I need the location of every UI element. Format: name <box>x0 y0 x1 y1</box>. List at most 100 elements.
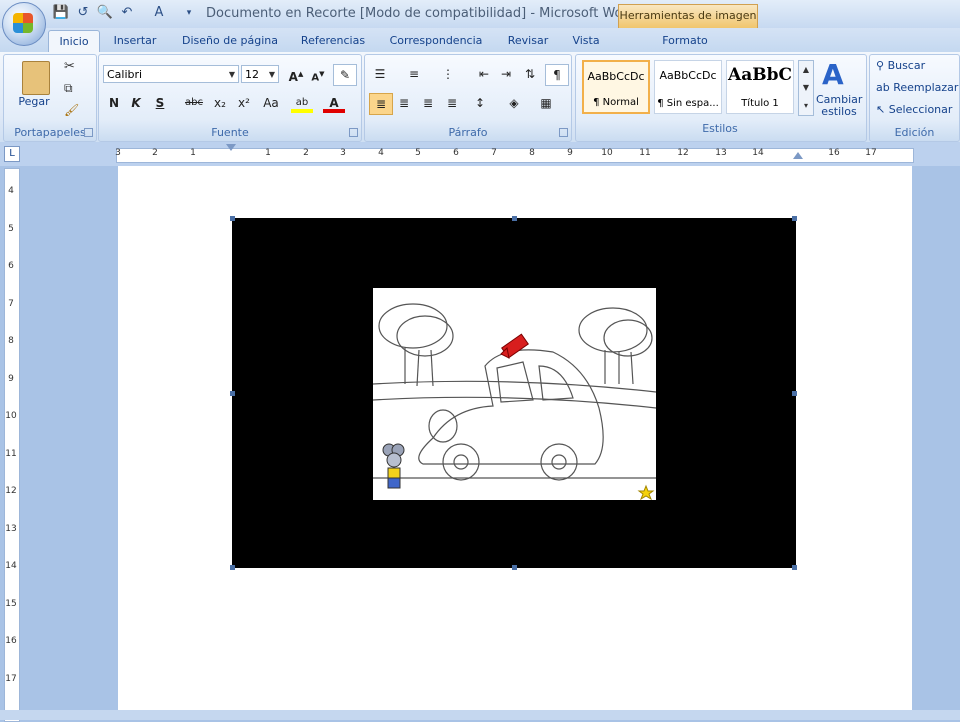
subscript-button[interactable]: x₂ <box>209 93 231 113</box>
tab-revisar[interactable]: Revisar <box>500 30 556 52</box>
pointer-icon: ↖ <box>876 103 889 116</box>
chevron-down-icon: ▼ <box>268 70 275 79</box>
shading-icon[interactable]: ◈ <box>503 93 525 113</box>
select-button[interactable]: ↖ Seleccionar <box>876 103 952 116</box>
ruler-number: 6 <box>453 148 459 158</box>
grow-font-icon[interactable]: A▲ <box>285 64 307 84</box>
font-grow-qat-icon[interactable]: A <box>150 5 168 21</box>
tab-inicio[interactable]: Inicio <box>48 30 100 53</box>
sort-icon[interactable]: ⇅ <box>519 64 541 84</box>
vruler-number: 9 <box>8 373 14 384</box>
increase-indent-icon[interactable]: ⇥ <box>495 64 517 84</box>
tab-correspondencia[interactable]: Correspondencia <box>386 30 486 52</box>
style-sample: AaBbCcDc <box>587 70 645 83</box>
font-color-icon[interactable]: A <box>323 93 345 113</box>
office-logo-icon <box>13 13 33 33</box>
multilevel-list-icon[interactable]: ⋮ <box>437 64 459 84</box>
highlight-icon[interactable]: ab <box>291 93 313 113</box>
replace-icon: ab <box>876 81 894 94</box>
ruler-number: 3 <box>340 148 346 158</box>
find-button[interactable]: ⚲ Buscar <box>876 59 925 72</box>
change-styles-icon[interactable]: A <box>822 58 844 91</box>
group-fuente: Calibri ▼ 12 ▼ A▲ A▼ ✎ N K S abc x₂ x² Aa … <box>98 54 362 142</box>
resize-handle[interactable] <box>512 216 517 221</box>
font-size-value: 12 <box>245 68 259 81</box>
strikethrough-button[interactable]: abc <box>183 93 205 113</box>
binoculars-icon: ⚲ <box>876 59 888 72</box>
window-title: Documento en Recorte [Modo de compatibil… <box>206 6 635 21</box>
resize-handle[interactable] <box>230 565 235 570</box>
italic-button[interactable]: K <box>125 93 147 113</box>
right-indent-marker-icon[interactable] <box>793 152 803 159</box>
style-titulo-1[interactable]: AaBbC Título 1 <box>726 60 794 114</box>
change-styles-button[interactable]: Cambiar estilos <box>816 94 862 118</box>
launcher-icon[interactable] <box>349 128 358 137</box>
change-case-button[interactable]: Aa <box>257 93 285 113</box>
bullets-icon[interactable]: ☰ <box>369 64 391 84</box>
group-label: Portapapeles <box>14 126 86 139</box>
style-sin-espaciado[interactable]: AaBbCcDc ¶ Sin espa... <box>654 60 722 114</box>
tab-diseno-pagina[interactable]: Diseño de página <box>176 30 284 52</box>
ruler-number: 2 <box>303 148 309 158</box>
launcher-icon[interactable] <box>84 128 93 137</box>
resize-handle[interactable] <box>792 565 797 570</box>
superscript-button[interactable]: x² <box>233 93 255 113</box>
shrink-font-icon[interactable]: A▼ <box>307 64 329 84</box>
decrease-indent-icon[interactable]: ⇤ <box>473 64 495 84</box>
numbering-icon[interactable]: ≡ <box>403 64 425 84</box>
show-marks-icon[interactable]: ¶ <box>545 64 569 86</box>
styles-scroll[interactable]: ▲ ▼ ▾ <box>798 60 814 116</box>
vruler-number: 14 <box>5 561 17 571</box>
replace-button[interactable]: ab Reemplazar <box>876 81 958 94</box>
car-drawing <box>372 303 657 501</box>
style-normal[interactable]: AaBbCcDc ¶ Normal <box>582 60 650 114</box>
group-edicion: ⚲ Buscar ab Reemplazar ↖ Seleccionar Edi… <box>869 54 960 142</box>
paste-icon[interactable] <box>22 61 50 95</box>
tab-insertar[interactable]: Insertar <box>108 30 162 52</box>
vruler-number: 11 <box>5 448 17 459</box>
vruler-number: 5 <box>8 223 14 234</box>
font-name-combo[interactable]: Calibri ▼ <box>103 65 239 83</box>
align-right-icon[interactable]: ≣ <box>417 93 439 113</box>
align-left-icon[interactable]: ≣ <box>369 93 393 115</box>
underline-button[interactable]: S <box>149 93 171 113</box>
group-parrafo: ☰ ≡ ⋮ ⇤ ⇥ ⇅ ¶ ≣ ≣ ≣ ≣ ↕ ◈ ▦ Párrafo <box>364 54 572 142</box>
copy-icon[interactable]: ⧉ <box>64 81 73 96</box>
print-preview-icon[interactable]: 🔍 <box>96 5 114 21</box>
format-painter-icon[interactable]: 🖌 <box>64 103 79 117</box>
tab-referencias[interactable]: Referencias <box>296 30 370 52</box>
vruler-number: 17 <box>5 673 17 684</box>
line-spacing-icon[interactable]: ↕ <box>469 93 491 113</box>
ruler-number: 4 <box>378 148 384 158</box>
paste-button[interactable]: Pegar <box>12 95 56 108</box>
align-center-icon[interactable]: ≣ <box>393 93 415 113</box>
tab-vista[interactable]: Vista <box>566 30 606 52</box>
resize-handle[interactable] <box>230 391 235 396</box>
group-label: Estilos <box>702 122 738 135</box>
vruler-number: 13 <box>5 523 17 534</box>
justify-icon[interactable]: ≣ <box>441 93 463 113</box>
indent-marker-icon[interactable] <box>226 144 236 151</box>
resize-handle[interactable] <box>230 216 235 221</box>
undo-disabled-icon[interactable]: ↺ <box>74 5 92 21</box>
office-button[interactable] <box>2 2 46 46</box>
save-icon[interactable]: 💾 <box>52 5 70 21</box>
cut-icon[interactable]: ✂ <box>64 59 75 74</box>
launcher-icon[interactable] <box>559 128 568 137</box>
style-name: Título 1 <box>741 98 779 109</box>
ruler-number: 10 <box>601 148 613 158</box>
style-sample: AaBbCcDc <box>659 69 717 82</box>
resize-handle[interactable] <box>512 565 517 570</box>
undo-icon[interactable]: ↶ <box>118 5 136 21</box>
resize-handle[interactable] <box>792 216 797 221</box>
font-size-combo[interactable]: 12 ▼ <box>241 65 279 83</box>
bold-button[interactable]: N <box>103 93 125 113</box>
ruler-number: 9 <box>567 148 573 158</box>
resize-handle[interactable] <box>792 391 797 396</box>
borders-icon[interactable]: ▦ <box>535 93 557 113</box>
clear-format-icon[interactable]: ✎ <box>333 64 357 86</box>
vruler-number: 4 <box>8 186 14 196</box>
customize-qat-icon[interactable]: ▾ <box>180 5 198 21</box>
tab-selector-icon[interactable]: L <box>4 146 20 162</box>
tab-formato[interactable]: Formato <box>650 30 720 52</box>
